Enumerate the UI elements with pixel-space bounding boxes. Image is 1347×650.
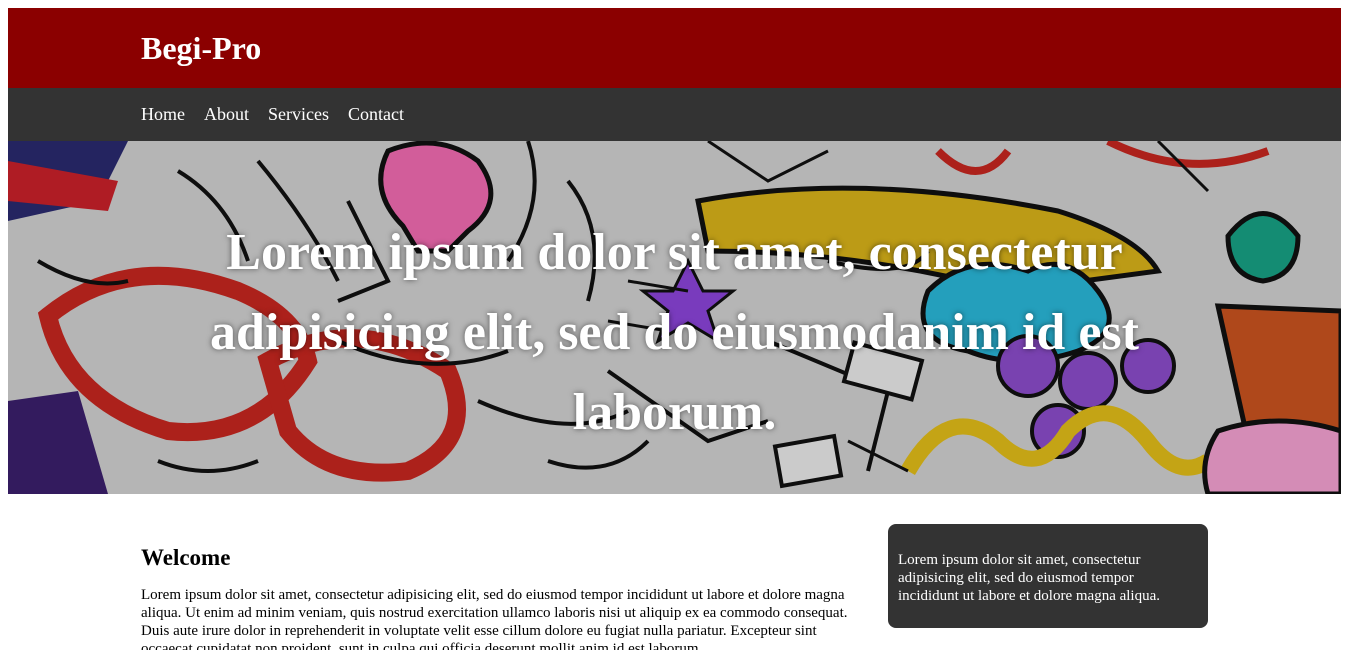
hero-headline: Lorem ipsum dolor sit amet, consectetur … xyxy=(210,224,1139,441)
nav-link-about[interactable]: About xyxy=(204,104,249,124)
nav-link-services[interactable]: Services xyxy=(268,104,329,124)
nav-link-home[interactable]: Home xyxy=(141,104,185,124)
nav-item-contact: Contact xyxy=(348,103,423,125)
nav-item-home: Home xyxy=(141,103,204,125)
site-brand[interactable]: Begi-Pro xyxy=(141,30,261,66)
welcome-paragraph: Lorem ipsum dolor sit amet, consectetur … xyxy=(141,587,848,650)
nav-list: Home About Services Contact xyxy=(141,103,423,125)
welcome-heading: Welcome xyxy=(141,545,231,570)
main-article: Welcome Lorem ipsum dolor sit amet, cons… xyxy=(141,524,871,650)
header-bar: Begi-Pro xyxy=(8,8,1341,88)
main-nav: Home About Services Contact xyxy=(8,88,1341,141)
hero-banner: Lorem ipsum dolor sit amet, consectetur … xyxy=(8,141,1341,494)
nav-item-about: About xyxy=(204,103,268,125)
nav-link-contact[interactable]: Contact xyxy=(348,104,404,124)
content-area: Welcome Lorem ipsum dolor sit amet, cons… xyxy=(8,494,1341,650)
sidebar-text: Lorem ipsum dolor sit amet, consectetur … xyxy=(898,552,1161,604)
sidebar-card: Lorem ipsum dolor sit amet, consectetur … xyxy=(888,524,1208,628)
nav-item-services: Services xyxy=(268,103,348,125)
page: Begi-Pro Home About Services Contact Lor… xyxy=(8,8,1341,650)
